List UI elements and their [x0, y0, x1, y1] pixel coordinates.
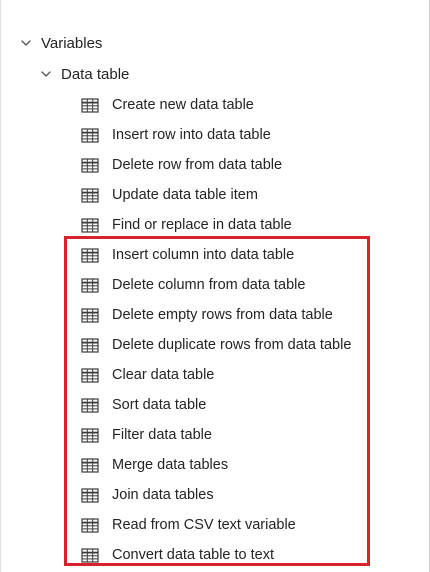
action-item[interactable]: Insert row into data table	[81, 120, 351, 150]
tree-subgroup-data-table[interactable]: Data table	[39, 60, 129, 88]
tree-group-variables[interactable]: Variables	[19, 29, 102, 57]
action-item[interactable]: Delete column from data table	[81, 270, 351, 300]
action-list: Create new data table Insert row into da…	[81, 90, 351, 570]
action-label: Merge data tables	[112, 457, 229, 473]
table-icon	[81, 277, 99, 293]
action-label: Clear data table	[112, 367, 215, 383]
action-label: Find or replace in data table	[112, 217, 292, 233]
table-icon	[81, 127, 99, 143]
table-icon	[81, 367, 99, 383]
table-icon	[81, 487, 99, 503]
table-icon	[81, 187, 99, 203]
action-item[interactable]: Find or replace in data table	[81, 210, 351, 240]
action-label: Create new data table	[112, 97, 254, 113]
action-item[interactable]: Update data table item	[81, 180, 351, 210]
action-label: Join data tables	[112, 487, 214, 503]
action-item[interactable]: Sort data table	[81, 390, 351, 420]
action-label: Delete column from data table	[112, 277, 306, 293]
action-item[interactable]: Delete row from data table	[81, 150, 351, 180]
table-icon	[81, 517, 99, 533]
action-item[interactable]: Read from CSV text variable	[81, 510, 351, 540]
chevron-down-icon[interactable]	[39, 67, 53, 81]
actions-panel: Variables Data table Create new data tab…	[0, 0, 430, 572]
action-item[interactable]: Insert column into data table	[81, 240, 351, 270]
action-label: Delete empty rows from data table	[112, 307, 333, 323]
table-icon	[81, 397, 99, 413]
action-label: Filter data table	[112, 427, 212, 443]
table-icon	[81, 457, 99, 473]
action-item[interactable]: Delete duplicate rows from data table	[81, 330, 351, 360]
chevron-down-icon[interactable]	[19, 36, 33, 50]
action-item[interactable]: Join data tables	[81, 480, 351, 510]
table-icon	[81, 337, 99, 353]
action-item[interactable]: Merge data tables	[81, 450, 351, 480]
action-item[interactable]: Convert data table to text	[81, 540, 351, 570]
action-label: Delete row from data table	[112, 157, 283, 173]
table-icon	[81, 427, 99, 443]
action-label: Read from CSV text variable	[112, 517, 296, 533]
action-item[interactable]: Filter data table	[81, 420, 351, 450]
action-label: Insert row into data table	[112, 127, 271, 143]
action-label: Convert data table to text	[112, 547, 275, 563]
action-item[interactable]: Clear data table	[81, 360, 351, 390]
table-icon	[81, 97, 99, 113]
table-icon	[81, 157, 99, 173]
action-label: Update data table item	[112, 187, 258, 203]
action-label: Delete duplicate rows from data table	[112, 337, 352, 353]
tree-subgroup-label: Data table	[61, 65, 130, 83]
action-label: Insert column into data table	[112, 247, 295, 263]
table-icon	[81, 547, 99, 563]
action-item[interactable]: Delete empty rows from data table	[81, 300, 351, 330]
action-label: Sort data table	[112, 397, 207, 413]
table-icon	[81, 247, 99, 263]
table-icon	[81, 217, 99, 233]
tree-group-label: Variables	[41, 34, 103, 52]
table-icon	[81, 307, 99, 323]
action-item[interactable]: Create new data table	[81, 90, 351, 120]
